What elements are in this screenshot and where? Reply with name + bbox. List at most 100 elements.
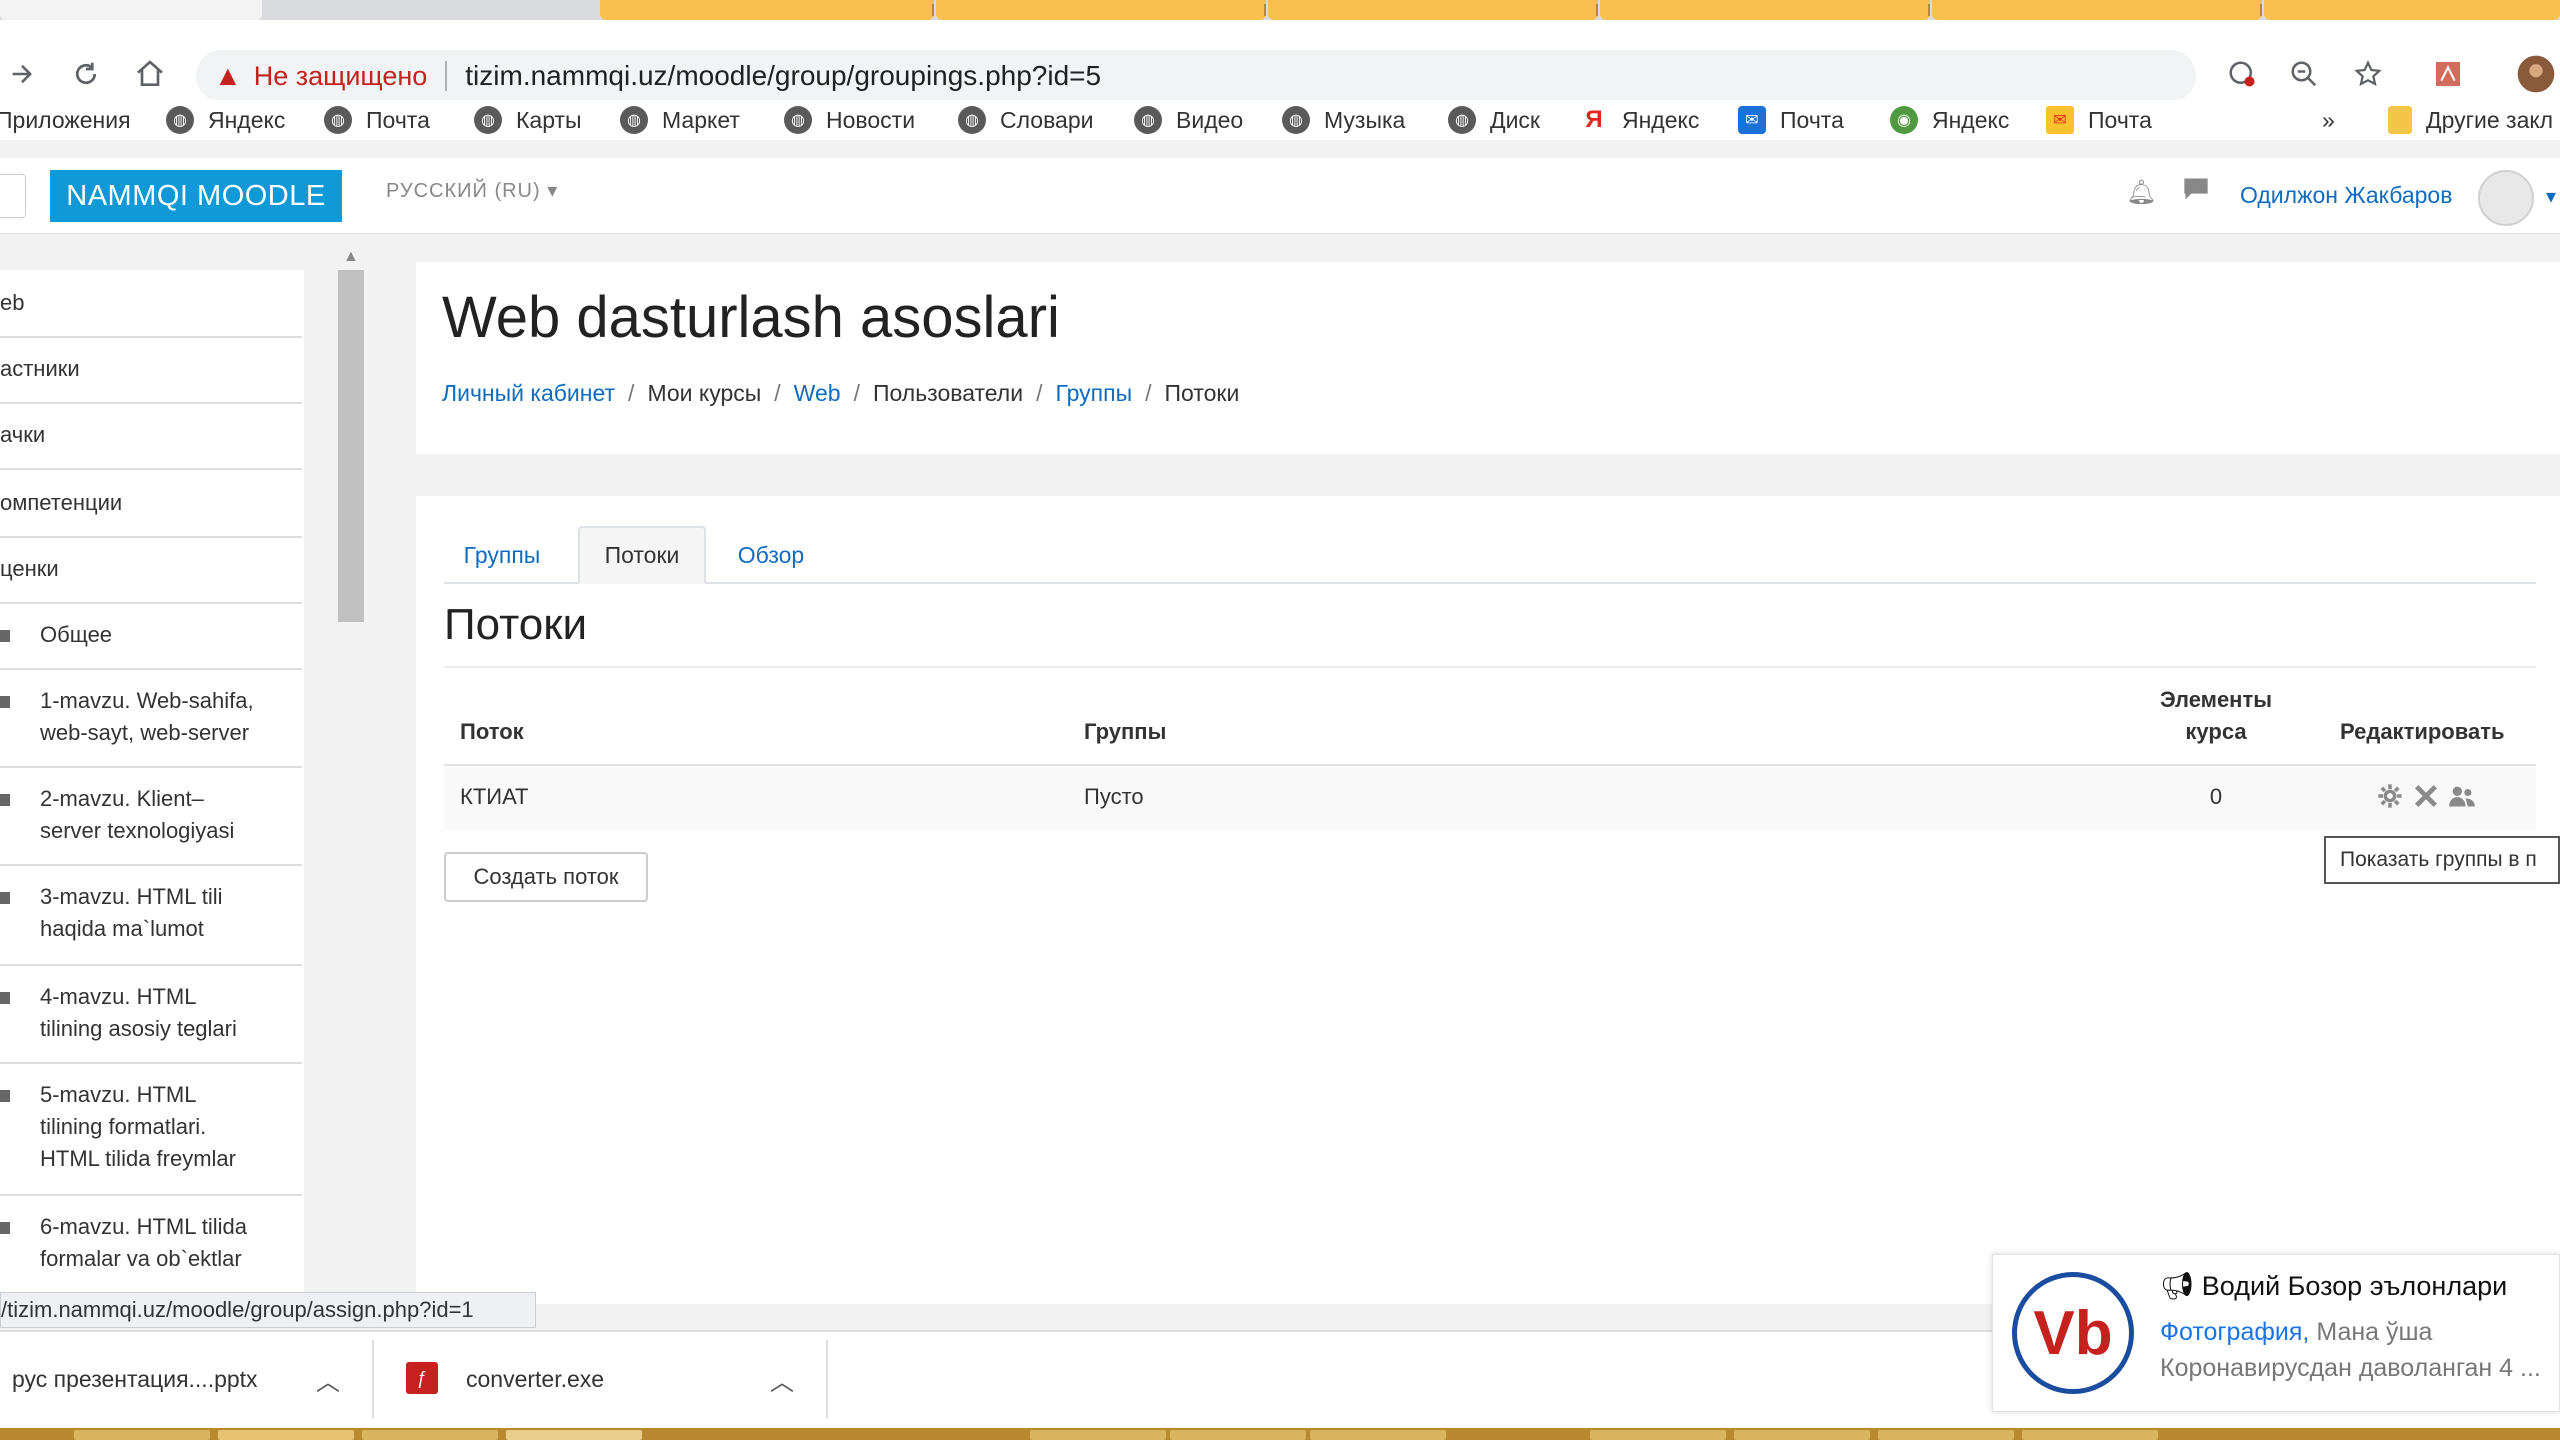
bookmark-mail[interactable]: ◍ Почта xyxy=(324,100,430,140)
taskbar-button[interactable] xyxy=(1030,1430,1166,1440)
breadcrumb-course[interactable]: Web xyxy=(794,380,841,407)
browser-tab-active[interactable] xyxy=(0,0,262,20)
browser-tab[interactable] xyxy=(1600,0,1930,20)
bookmark-label: Диск xyxy=(1490,106,1540,133)
caret-down-icon[interactable]: ▾ xyxy=(2546,184,2556,209)
download-divider xyxy=(826,1340,828,1418)
column-header-course-items: Элементы курса xyxy=(2159,687,2273,744)
browser-tab[interactable] xyxy=(936,0,1266,20)
breadcrumb-dashboard[interactable]: Личный кабинет xyxy=(442,380,615,407)
notifications-icon[interactable]: 🔔︎ xyxy=(2126,178,2156,207)
drawer-scrollbar[interactable] xyxy=(338,270,364,1300)
chevron-up-icon[interactable]: ︿ xyxy=(770,1362,794,1397)
taskbar-button[interactable] xyxy=(362,1430,498,1440)
user-menu-name[interactable]: Одилжон Жакбаров xyxy=(2240,182,2452,209)
drawer-item-badges[interactable]: ачки xyxy=(0,404,302,470)
tab-groupings[interactable]: Потоки xyxy=(578,526,706,584)
download-item-exe[interactable]: converter.exe xyxy=(466,1330,604,1428)
language-menu[interactable]: РУССКИЙ (RU) ▾ xyxy=(386,178,558,203)
tab-groups[interactable]: Группы xyxy=(444,526,560,584)
drawer-item-topic-5[interactable]: 5-mavzu. HTML tilining formatlari. HTML ti… xyxy=(0,1064,302,1196)
taskbar-button[interactable] xyxy=(2022,1430,2158,1440)
home-button[interactable] xyxy=(130,54,170,94)
scrollbar-thumb[interactable] xyxy=(338,270,364,622)
breadcrumb: Личный кабинет / Мои курсы / Web / Пользова… xyxy=(442,380,1240,407)
bookmark-mail-2[interactable]: ✉ Почта xyxy=(1738,100,1844,140)
notification-link[interactable]: Фотография, xyxy=(2160,1318,2309,1346)
browser-tab[interactable] xyxy=(1932,0,2262,20)
bookmark-mail-3[interactable]: ✉ Почта xyxy=(2046,100,2152,140)
translate-icon[interactable] xyxy=(2222,54,2262,94)
reload-button[interactable] xyxy=(66,54,106,94)
notification-text: Фотография, Мана ўша xyxy=(2160,1318,2433,1346)
browser-tab[interactable] xyxy=(1268,0,1598,20)
tab-overview[interactable]: Обзор xyxy=(716,526,826,584)
bookmark-other[interactable]: Другие закл xyxy=(2388,100,2553,140)
globe-icon: ◍ xyxy=(1282,106,1310,134)
action-tooltip: Показать группы в п xyxy=(2324,836,2560,884)
taskbar-button[interactable] xyxy=(1734,1430,1870,1440)
globe-icon: ◍ xyxy=(1134,106,1162,134)
megaphone-icon: 📢︎ xyxy=(2160,1271,2195,1301)
drawer-item-topic-3[interactable]: 3-mavzu. HTML tili haqida ma`lumot xyxy=(0,866,302,966)
profile-avatar-icon[interactable] xyxy=(2516,54,2556,94)
drawer-item-competencies[interactable]: омпетенции xyxy=(0,470,302,538)
notification-title: 📢︎ Водий Бозор эълонлари xyxy=(2160,1271,2508,1301)
drawer-item-topic-4[interactable]: 4-mavzu. HTML tilining asosiy teglari xyxy=(0,966,302,1064)
bookmark-disk[interactable]: ◍ Диск xyxy=(1448,100,1540,140)
user-avatar[interactable] xyxy=(2478,170,2534,226)
page-heading: Потоки xyxy=(444,600,588,649)
bookmark-apps[interactable]: Приложения xyxy=(0,100,131,140)
browser-tab[interactable] xyxy=(2264,0,2560,20)
drawer-item-participants[interactable]: астники xyxy=(0,338,302,404)
pdf-extension-icon[interactable] xyxy=(2428,54,2468,94)
edit-gear-icon[interactable] xyxy=(2376,782,2404,817)
bookmark-market[interactable]: ◍ Маркет xyxy=(620,100,740,140)
scroll-up-arrow-icon[interactable]: ▲ xyxy=(343,248,359,266)
taskbar-button[interactable] xyxy=(506,1430,642,1440)
address-bar[interactable]: ▲ Не защищено tizim.nammqi.uz/moodle/gro… xyxy=(196,50,2196,102)
drawer-item-general[interactable]: Общее xyxy=(0,604,302,670)
taskbar-button[interactable] xyxy=(74,1430,210,1440)
drawer-item-topic-1[interactable]: 1-mavzu. Web-sahifa, web-sayt, web-server xyxy=(0,670,302,768)
drawer-item-course[interactable]: eb xyxy=(0,270,302,338)
zoom-icon[interactable] xyxy=(2284,54,2324,94)
forward-button[interactable] xyxy=(2,54,42,94)
globe-icon: ◍ xyxy=(958,106,986,134)
bookmark-yandex[interactable]: ◍ Яндекс xyxy=(166,100,285,140)
drawer-item-topic-2[interactable]: 2-mavzu. Klient– server texnologiyasi xyxy=(0,768,302,866)
folder-icon xyxy=(0,630,10,642)
delete-x-icon[interactable] xyxy=(2412,782,2440,817)
bookmark-music[interactable]: ◍ Музыка xyxy=(1282,100,1405,140)
taskbar-button[interactable] xyxy=(1170,1430,1306,1440)
bookmark-yandex-3[interactable]: ◉ Яндекс xyxy=(1890,100,2009,140)
messages-icon[interactable] xyxy=(2182,176,2210,209)
bookmark-dictionaries[interactable]: ◍ Словари xyxy=(958,100,1093,140)
bookmark-label: Яндекс xyxy=(208,106,286,133)
reload-icon xyxy=(75,62,97,85)
create-grouping-button[interactable]: Создать поток xyxy=(444,852,648,902)
column-header-groups: Группы xyxy=(1084,719,1167,744)
bookmark-maps[interactable]: ◍ Карты xyxy=(474,100,582,140)
show-groups-users-icon[interactable] xyxy=(2448,782,2476,817)
taskbar-button[interactable] xyxy=(218,1430,354,1440)
bookmark-yandex-2[interactable]: Я Яндекс xyxy=(1580,100,1699,140)
breadcrumb-my-courses: Мои курсы xyxy=(647,380,762,406)
chevron-up-icon[interactable]: ︿ xyxy=(316,1362,340,1397)
file-exe-icon: ƒ xyxy=(406,1362,438,1394)
course-title: Web dasturlash asoslari xyxy=(442,285,1060,350)
star-icon[interactable] xyxy=(2348,54,2388,94)
drawer-item-grades[interactable]: ценки xyxy=(0,538,302,604)
breadcrumb-groups[interactable]: Группы xyxy=(1055,380,1132,407)
drawer-item-topic-6[interactable]: 6-mavzu. HTML tilida formalar va ob`ektla… xyxy=(0,1196,302,1300)
taskbar-button[interactable] xyxy=(1878,1430,2014,1440)
taskbar-button[interactable] xyxy=(1590,1430,1726,1440)
site-brand[interactable]: NAMMQI MOODLE xyxy=(50,170,342,222)
taskbar-button[interactable] xyxy=(1310,1430,1446,1440)
download-item-pptx[interactable]: рус презентация....pptx xyxy=(12,1330,258,1428)
bookmarks-more-button[interactable]: » xyxy=(2322,100,2335,140)
browser-tab[interactable] xyxy=(600,0,934,20)
drawer-toggle-button[interactable] xyxy=(0,174,26,218)
bookmark-video[interactable]: ◍ Видео xyxy=(1134,100,1243,140)
bookmark-news[interactable]: ◍ Новости xyxy=(784,100,915,140)
